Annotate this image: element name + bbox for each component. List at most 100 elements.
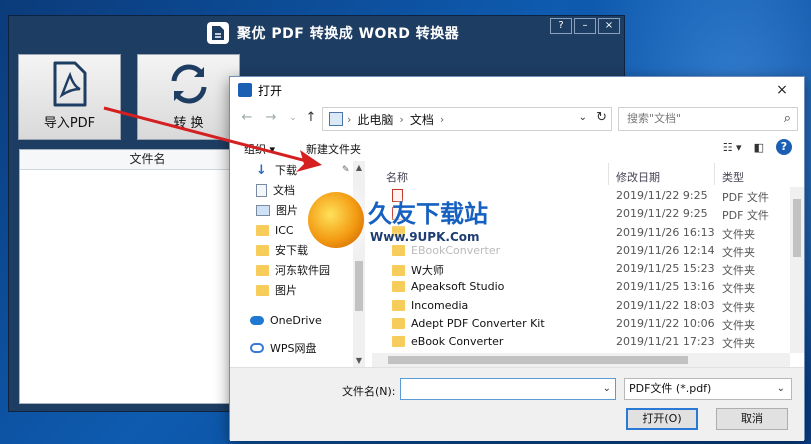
column-header-type[interactable]: 类型 (722, 169, 744, 185)
watermark-url: Www.9UPK.Com (370, 230, 480, 244)
dialog-app-icon (238, 83, 252, 97)
convert-button[interactable]: 转 换 (137, 54, 240, 140)
nav-item-label: 河东软件园 (275, 264, 330, 277)
file-name: Incomedia (411, 299, 469, 312)
folder-icon (256, 244, 269, 256)
breadcrumb-separator-icon: › (439, 112, 445, 126)
dialog-title: 打开 (258, 83, 283, 98)
dialog-footer: 文件名(N): ⌄ PDF文件 (*.pdf) ⌄ 打开(O) 取消 (230, 367, 804, 441)
file-row[interactable]: Incomedia 2019/11/22 18:03 文件夹 (372, 297, 792, 315)
filename-input[interactable]: ⌄ (400, 378, 616, 400)
file-list-horizontal-scrollbar[interactable] (372, 353, 790, 367)
nav-item-pictures-folder[interactable]: 图片 (256, 281, 297, 299)
file-date: 2019/11/21 17:23 (616, 335, 715, 348)
nav-item-icc[interactable]: ICC (256, 221, 294, 239)
file-row[interactable]: Adept PDF Converter Kit 2019/11/22 10:06… (372, 315, 792, 333)
file-row[interactable]: eBook Converter 2019/11/21 17:23 文件夹 (372, 333, 792, 351)
filetype-select[interactable]: PDF文件 (*.pdf) ⌄ (624, 378, 792, 400)
nav-item-pictures[interactable]: 图片 (256, 201, 298, 219)
chevron-down-icon: ⌄ (776, 383, 785, 394)
forward-arrow-icon[interactable]: → (262, 109, 280, 127)
column-header-date[interactable]: 修改日期 (616, 169, 660, 185)
chevron-down-icon[interactable]: ⌄ (603, 379, 611, 399)
open-file-dialog: 打开 × ← → ⌄ ↑ › 此电脑 › 文档 › ⌄ ↻ 搜索"文档" ⌕ 组… (229, 76, 805, 441)
column-header-row: 名称 修改日期 类型 (372, 161, 804, 187)
file-type: 文件夹 (722, 319, 755, 332)
file-type: 文件夹 (722, 282, 755, 295)
help-icon[interactable]: ? (776, 139, 792, 155)
search-input[interactable]: 搜索"文档" ⌕ (618, 107, 798, 131)
nav-item-downloads[interactable]: ↓ 下载 (256, 161, 297, 179)
refresh-icon[interactable]: ↻ (596, 110, 607, 125)
new-folder-button[interactable]: 新建文件夹 (306, 141, 361, 157)
picture-icon (256, 204, 270, 216)
file-name-cell: Adept PDF Converter Kit (392, 317, 545, 330)
scrollbar-thumb[interactable] (388, 356, 688, 364)
preview-pane-icon[interactable]: ◧ (754, 141, 764, 154)
file-date: 2019/11/22 18:03 (616, 299, 715, 312)
pc-icon (329, 112, 343, 126)
app-title: 聚优 PDF 转换成 WORD 转换器 (237, 26, 460, 42)
nav-item-documents[interactable]: 文档 (256, 181, 295, 199)
folder-icon (392, 300, 405, 311)
import-pdf-button[interactable]: 导入PDF (18, 54, 121, 140)
recent-chevron-icon[interactable]: ⌄ (284, 109, 302, 127)
file-type: 文件夹 (722, 246, 755, 259)
breadcrumb-this-pc[interactable]: 此电脑 (351, 111, 399, 128)
folder-icon (392, 318, 405, 329)
address-dropdown-icon[interactable]: ⌄ (579, 112, 587, 123)
cancel-button[interactable]: 取消 (716, 408, 788, 430)
nav-item-onedrive[interactable]: OneDrive (250, 311, 322, 329)
file-date: 2019/11/22 9:25 (616, 207, 708, 220)
file-type: PDF 文件 (722, 209, 769, 222)
nav-item-label: OneDrive (270, 313, 322, 327)
document-icon (256, 183, 267, 197)
nav-item-hedong[interactable]: 河东软件园 (256, 261, 330, 279)
up-arrow-icon[interactable]: ↑ (302, 109, 320, 127)
scroll-up-icon[interactable]: ▲ (353, 163, 365, 172)
folder-icon (256, 224, 269, 236)
dialog-close-button[interactable]: × (760, 77, 804, 103)
nav-item-label: WPS网盘 (270, 342, 317, 355)
search-icon: ⌕ (783, 111, 791, 126)
site-watermark: 久友下载站 Www.9UPK.Com (304, 190, 514, 256)
file-date: 2019/11/26 12:14 (616, 244, 715, 257)
open-button[interactable]: 打开(O) (626, 408, 698, 430)
organize-menu[interactable]: 组织 ▾ (244, 141, 275, 157)
nav-item-label: 下载 (275, 164, 297, 177)
scroll-down-icon[interactable]: ▼ (353, 356, 365, 365)
column-header-name[interactable]: 名称 (386, 169, 408, 185)
scrollbar-thumb[interactable] (355, 261, 363, 311)
file-name: Apeaksoft Studio (411, 280, 505, 293)
close-button[interactable]: × (598, 18, 620, 34)
file-name-cell: eBook Converter (392, 335, 503, 348)
file-row[interactable]: W大师 2019/11/25 15:23 文件夹 (372, 260, 792, 278)
nav-item-label: 图片 (275, 284, 297, 297)
view-options-icon[interactable]: ☷ ▾ (723, 141, 742, 154)
app-title-area: 聚优 PDF 转换成 WORD 转换器 (207, 20, 459, 46)
nav-item-anxz[interactable]: 安下载 (256, 241, 308, 259)
file-list-vertical-scrollbar[interactable] (790, 187, 804, 353)
search-placeholder: 搜索"文档" (627, 112, 682, 125)
import-pdf-label: 导入PDF (43, 116, 96, 131)
filename-label: 文件名(N): (342, 385, 396, 398)
address-bar[interactable]: › 此电脑 › 文档 › ⌄ ↻ (322, 107, 612, 131)
folder-icon (392, 336, 405, 347)
nav-item-label: ICC (275, 223, 294, 237)
help-button[interactable]: ? (550, 18, 572, 34)
file-date: 2019/11/26 16:13 (616, 226, 715, 239)
nav-item-label: 文档 (273, 184, 295, 197)
navigation-row: ← → ⌄ ↑ › 此电脑 › 文档 › ⌄ ↻ 搜索"文档" ⌕ (230, 105, 804, 133)
nav-item-wps[interactable]: WPS网盘 (250, 339, 317, 357)
download-arrow-icon: ↓ (256, 162, 267, 178)
file-type: 文件夹 (722, 301, 755, 314)
breadcrumb-documents[interactable]: 文档 (404, 111, 440, 128)
folder-icon (256, 284, 269, 296)
file-row[interactable]: Apeaksoft Studio 2019/11/25 13:16 文件夹 (372, 278, 792, 296)
file-name-cell: W大师 (392, 262, 444, 278)
minimize-button[interactable]: – (574, 18, 596, 34)
back-arrow-icon[interactable]: ← (238, 109, 256, 127)
file-name: eBook Converter (411, 335, 504, 348)
scrollbar-thumb[interactable] (793, 199, 801, 257)
file-name-cell: Incomedia (392, 299, 468, 312)
